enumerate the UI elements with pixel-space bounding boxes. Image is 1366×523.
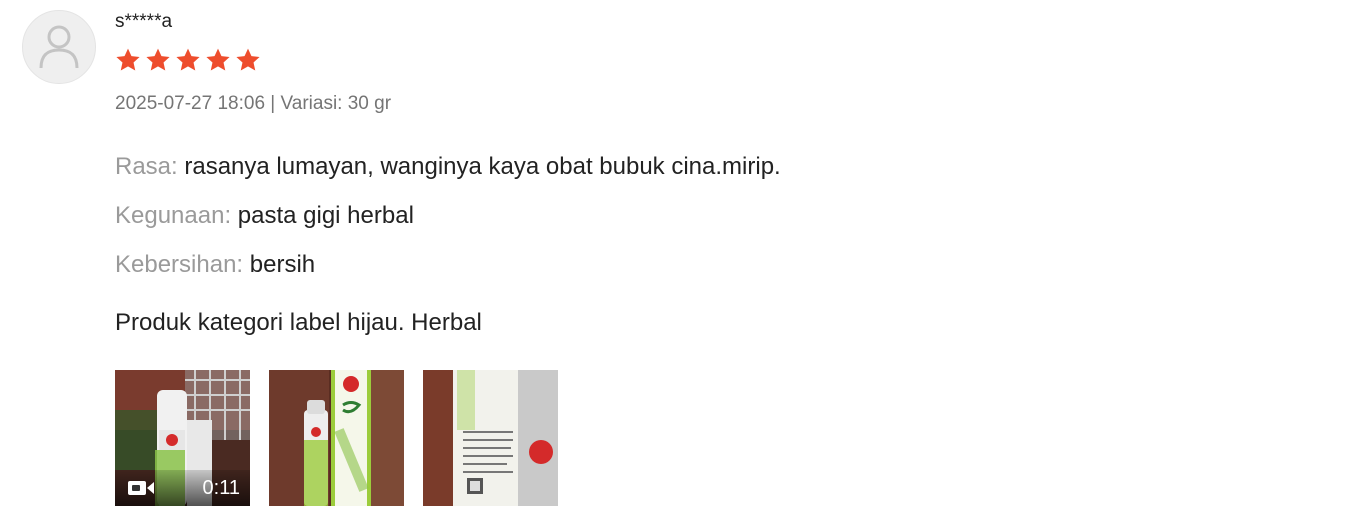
attribute-key: Kebersihan:	[115, 251, 244, 278]
rating-stars	[115, 47, 261, 73]
avatar[interactable]	[22, 10, 96, 84]
attribute-value: pasta gigi herbal	[231, 202, 414, 229]
video-duration: 0:11	[202, 476, 240, 499]
attribute-key: Kegunaan:	[115, 202, 232, 229]
star-icon	[116, 48, 140, 71]
star-icon	[146, 48, 170, 71]
review-media: 0:11	[115, 370, 558, 506]
reviewer-name: s*****a	[115, 11, 173, 32]
review-comment: Produk kategori label hijau. Herbal	[115, 309, 482, 336]
image-thumbnail[interactable]	[269, 370, 404, 506]
video-thumbnail[interactable]: 0:11	[115, 370, 250, 506]
review-meta: 2025-07-27 18:06 | Variasi: 30 gr	[115, 93, 392, 114]
attribute-kebersihan: Kebersihan: bersih	[115, 251, 315, 279]
attribute-key: Rasa:	[115, 153, 178, 180]
video-overlay: 0:11	[115, 470, 250, 506]
star-icon	[236, 48, 260, 71]
user-icon	[39, 25, 79, 69]
star-icon	[206, 48, 230, 71]
attribute-rasa: Rasa: rasanya lumayan, wanginya kaya oba…	[115, 153, 781, 181]
image-thumbnail[interactable]	[423, 370, 558, 506]
attribute-value: rasanya lumayan, wanginya kaya obat bubu…	[177, 153, 781, 180]
video-camera-icon	[128, 481, 154, 495]
star-icon	[176, 48, 200, 71]
product-back-photo-image	[423, 370, 558, 506]
attribute-kegunaan: Kegunaan: pasta gigi herbal	[115, 202, 414, 230]
product-photo-image	[269, 370, 404, 506]
attribute-value: bersih	[243, 251, 316, 278]
